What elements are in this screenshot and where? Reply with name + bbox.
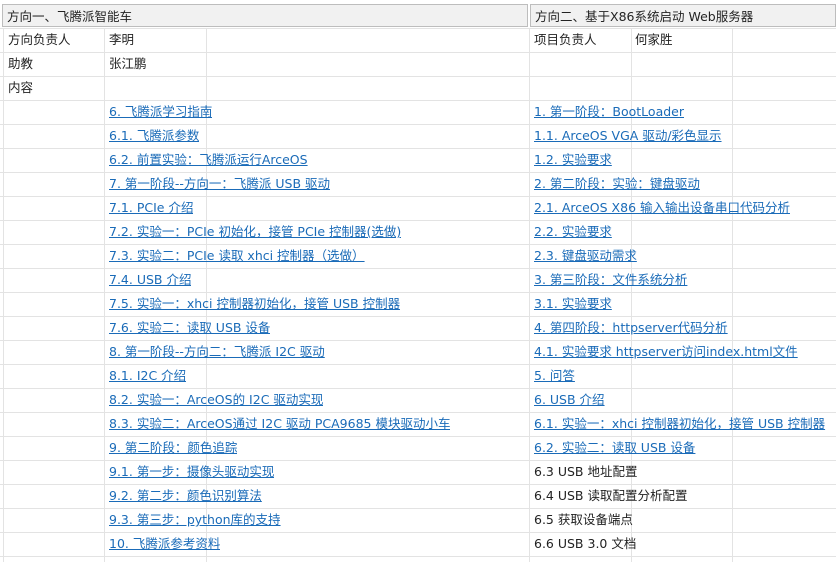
left-link-item[interactable]: 7.6. 实验二：读取 USB 设备 xyxy=(109,316,270,340)
right-link-item[interactable]: 6. USB 介绍 xyxy=(534,388,836,412)
spreadsheet: 方向一、飞腾派智能车 方向二、基于X86系统启动 Web服务器 方向负责人 李明… xyxy=(0,0,836,562)
left-link-item[interactable]: 8.2. 实验一：ArceOS的 I2C 驱动实现 xyxy=(109,388,323,412)
left-link-item[interactable]: 9.3. 第三步：python库的支持 xyxy=(109,508,281,532)
right-link-item[interactable]: 2.2. 实验要求 xyxy=(534,220,836,244)
right-link-item[interactable]: 1. 第一阶段：BootLoader xyxy=(534,100,836,124)
grid-col-line xyxy=(529,28,530,562)
right-link-item[interactable]: 4.1. 实验要求 httpserver访问index.html文件 xyxy=(534,340,836,364)
right-text-item: 6.6 USB 3.0 文档 xyxy=(534,536,637,551)
grid-row-line xyxy=(0,556,836,557)
left-link-item[interactable]: 6. 飞腾派学习指南 xyxy=(109,100,212,124)
right-text-item: 6.3 USB 地址配置 xyxy=(534,464,638,479)
left-link-item[interactable]: 8.3. 实验二：ArceOS通过 I2C 驱动 PCA9685 模块驱动小车 xyxy=(109,412,450,436)
left-link-item[interactable]: 8.1. I2C 介绍 xyxy=(109,364,186,388)
left-link-item[interactable]: 7.1. PCIe 介绍 xyxy=(109,196,193,220)
right-link-item[interactable]: 5. 问答 xyxy=(534,364,836,388)
right-text-item: 6.4 USB 读取配置分析配置 xyxy=(534,488,688,503)
grid-col-line xyxy=(104,28,105,562)
right-link-item[interactable]: 6.1. 实验一：xhci 控制器初始化，接管 USB 控制器 xyxy=(534,412,836,436)
header-direction-two[interactable]: 方向二、基于X86系统启动 Web服务器 xyxy=(530,4,836,27)
right-link-item[interactable]: 1.2. 实验要求 xyxy=(534,148,836,172)
right-owner-label: 项目负责人 xyxy=(534,32,597,47)
left-link-item[interactable]: 7.3. 实验二：PCIe 读取 xhci 控制器（选做） xyxy=(109,244,365,268)
left-link-item[interactable]: 8. 第一阶段--方向二：飞腾派 I2C 驱动 xyxy=(109,340,325,364)
left-link-item[interactable]: 10. 飞腾派参考资料 xyxy=(109,532,220,556)
grid-row-line xyxy=(0,76,836,77)
right-owner-value: 何家胜 xyxy=(635,32,673,47)
right-link-item[interactable]: 1.1. ArceOS VGA 驱动/彩色显示 xyxy=(534,124,836,148)
right-link-item[interactable]: 3.1. 实验要求 xyxy=(534,292,836,316)
right-text-item: 6.5 获取设备端点 xyxy=(534,512,633,527)
left-link-item[interactable]: 9. 第二阶段：颜色追踪 xyxy=(109,436,237,460)
left-link-item[interactable]: 9.1. 第一步：摄像头驱动实现 xyxy=(109,460,274,484)
grid-col-line xyxy=(3,28,4,562)
right-link-item[interactable]: 3. 第三阶段：文件系统分析 xyxy=(534,268,836,292)
header-direction-one[interactable]: 方向一、飞腾派智能车 xyxy=(2,4,528,27)
content-label: 内容 xyxy=(8,80,34,95)
right-link-item[interactable]: 2.3. 键盘驱动需求 xyxy=(534,244,836,268)
assistant-label: 助教 xyxy=(8,56,34,71)
left-link-item[interactable]: 7.5. 实验一：xhci 控制器初始化，接管 USB 控制器 xyxy=(109,292,400,316)
right-link-item[interactable]: 6.2. 实验二：读取 USB 设备 xyxy=(534,436,836,460)
left-link-item[interactable]: 7.2. 实验一：PCIe 初始化，接管 PCIe 控制器(选做) xyxy=(109,220,401,244)
left-link-item[interactable]: 7.4. USB 介绍 xyxy=(109,268,191,292)
left-link-item[interactable]: 9.2. 第二步：颜色识别算法 xyxy=(109,484,262,508)
left-link-item[interactable]: 7. 第一阶段--方向一：飞腾派 USB 驱动 xyxy=(109,172,330,196)
left-owner-value: 李明 xyxy=(109,32,135,47)
assistant-value: 张江鹏 xyxy=(109,56,147,71)
left-owner-label: 方向负责人 xyxy=(8,32,71,47)
left-link-item[interactable]: 6.1. 飞腾派参数 xyxy=(109,124,199,148)
right-link-item[interactable]: 2.1. ArceOS X86 输入输出设备串口代码分析 xyxy=(534,196,836,220)
right-link-item[interactable]: 4. 第四阶段：httpserver代码分析 xyxy=(534,316,836,340)
left-link-item[interactable]: 6.2. 前置实验：飞腾派运行ArceOS xyxy=(109,148,308,172)
right-link-item[interactable]: 2. 第二阶段：实验：键盘驱动 xyxy=(534,172,836,196)
